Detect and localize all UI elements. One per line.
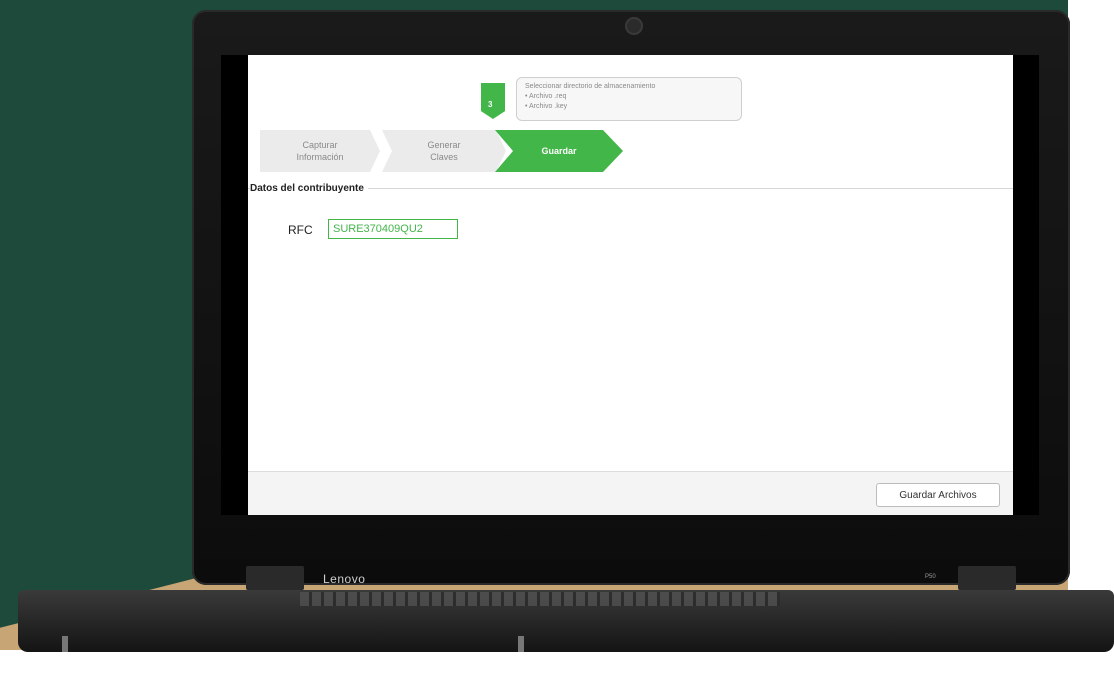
step-label: Capturar <box>302 140 338 150</box>
tooltip-title: Seleccionar directorio de almacenamiento <box>525 83 656 90</box>
step-label: Generar <box>427 140 461 150</box>
current-step-badge: 3 <box>481 83 505 119</box>
webcam-icon <box>625 17 643 35</box>
section-title: Datos del contribuyente <box>250 183 368 194</box>
tooltip-item: Archivo .key <box>525 102 733 112</box>
laptop-foot-center <box>518 636 524 652</box>
brand-logo: Lenovo <box>323 572 366 586</box>
save-files-button[interactable]: Guardar Archivos <box>876 483 1000 507</box>
step-capturar-informacion[interactable]: Capturar Información <box>260 130 380 172</box>
step-label: Información <box>296 152 344 162</box>
keyboard <box>300 592 780 606</box>
hinge-right <box>958 566 1016 590</box>
step-tooltip: Seleccionar directorio de almacenamiento… <box>516 77 742 121</box>
hinge-left <box>246 566 304 590</box>
background-bottom <box>0 650 1114 673</box>
rfc-input[interactable] <box>328 219 458 239</box>
step-number: 3 <box>488 100 493 109</box>
step-label: Guardar <box>541 146 577 156</box>
step-label: Claves <box>430 152 458 162</box>
step-generar-claves[interactable]: Generar Claves <box>382 130 506 172</box>
laptop-foot-left <box>62 636 68 652</box>
model-label: P50 <box>925 574 936 580</box>
tooltip-item: Archivo .req <box>525 92 733 102</box>
app-window: 3 Seleccionar directorio de almacenamien… <box>248 55 1013 515</box>
background-right-edge <box>1068 0 1114 673</box>
rfc-label: RFC <box>288 223 313 237</box>
step-guardar[interactable]: Guardar <box>495 130 623 172</box>
